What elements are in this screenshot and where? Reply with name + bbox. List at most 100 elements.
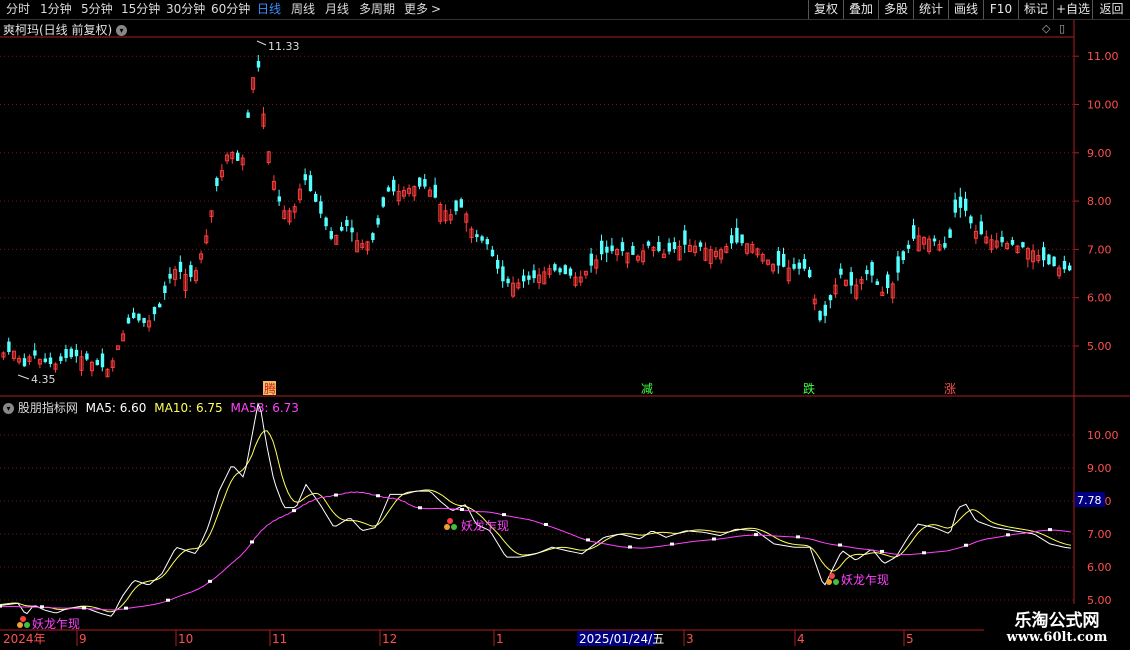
orb-icon bbox=[17, 622, 23, 628]
candle-body bbox=[610, 245, 614, 252]
candle-body bbox=[501, 266, 505, 282]
candle-body bbox=[1062, 260, 1067, 270]
candle-body bbox=[178, 261, 183, 273]
candle-body bbox=[849, 272, 853, 286]
month-label: 1 bbox=[496, 632, 504, 646]
ma58-dot bbox=[376, 494, 380, 498]
candle-body bbox=[345, 219, 349, 226]
watermark: 乐淘公式网 www.60lt.com bbox=[984, 604, 1130, 650]
ma58-dot bbox=[82, 606, 86, 610]
candle-body bbox=[563, 265, 567, 275]
ma58-dot bbox=[670, 542, 674, 546]
orb-icon bbox=[444, 524, 450, 530]
candle-body bbox=[95, 360, 99, 366]
candle-body bbox=[7, 341, 11, 353]
orb-icon bbox=[829, 573, 835, 579]
candle-body bbox=[1010, 239, 1015, 245]
candle-body bbox=[657, 241, 661, 251]
candle-body bbox=[142, 317, 146, 324]
indicator-tick-label: 10.00 bbox=[1087, 429, 1119, 442]
candle-body bbox=[568, 268, 573, 276]
candle-body bbox=[865, 270, 869, 275]
candle-body bbox=[802, 259, 807, 269]
stock-chart[interactable]: 11.0010.009.008.007.006.005.0010.009.008… bbox=[0, 0, 1130, 650]
candle-body bbox=[137, 313, 141, 321]
candle-body bbox=[490, 249, 495, 257]
candle-body bbox=[22, 358, 27, 367]
ma58-dot bbox=[754, 533, 758, 537]
cursor-date-label: 2025/01/24/五 bbox=[579, 632, 664, 646]
candle-body bbox=[730, 235, 734, 244]
candle-body bbox=[828, 295, 833, 301]
ma58-dot bbox=[838, 543, 842, 547]
candle-body bbox=[532, 270, 536, 279]
signal-zhang: 涨 bbox=[944, 381, 956, 396]
ma58-dot bbox=[922, 551, 926, 555]
month-label: 10 bbox=[178, 632, 193, 646]
candle-body bbox=[776, 250, 781, 266]
ma58-dot bbox=[250, 540, 254, 544]
candle-body bbox=[782, 253, 786, 267]
ma58-dot bbox=[40, 605, 44, 609]
signal-die: 跌 bbox=[803, 381, 815, 396]
price-tick-label: 5.00 bbox=[1087, 340, 1112, 353]
ma58-dot bbox=[208, 579, 212, 583]
ma58-dot bbox=[0, 604, 2, 608]
price-tick-label: 6.00 bbox=[1087, 292, 1112, 305]
candle-body bbox=[969, 216, 973, 224]
candle-body bbox=[340, 226, 344, 231]
candle-body bbox=[59, 356, 63, 361]
candle-body bbox=[1047, 254, 1051, 265]
candle-body bbox=[600, 240, 604, 255]
candle-body bbox=[152, 306, 157, 315]
candle-body bbox=[163, 285, 167, 294]
year-label: 2024年 bbox=[3, 632, 46, 646]
candle-body bbox=[1052, 256, 1056, 267]
indicator-tick-label: 7.00 bbox=[1087, 528, 1112, 541]
candle-body bbox=[553, 264, 557, 271]
candle-body bbox=[823, 304, 827, 316]
candle-body bbox=[329, 231, 333, 239]
price-tick-label: 7.00 bbox=[1087, 243, 1112, 256]
candle-body bbox=[74, 349, 79, 357]
ma58-dot bbox=[292, 509, 296, 513]
candle-body bbox=[319, 201, 323, 214]
ma58-dot bbox=[964, 543, 968, 547]
candle-body bbox=[620, 242, 625, 252]
price-tick-label: 8.00 bbox=[1087, 195, 1112, 208]
candle-body bbox=[480, 236, 484, 241]
max-price-pointer bbox=[256, 40, 267, 46]
candle-body bbox=[698, 242, 703, 247]
orb-icon bbox=[20, 616, 26, 622]
candle-body bbox=[1068, 265, 1072, 271]
ma58-dot bbox=[796, 535, 800, 539]
candle-body bbox=[672, 242, 677, 250]
indicator-tick-label: 9.00 bbox=[1087, 462, 1112, 475]
ma58-dot bbox=[418, 506, 422, 510]
candle-body bbox=[948, 229, 952, 238]
month-label: 9 bbox=[79, 632, 87, 646]
orb-icon bbox=[24, 622, 30, 628]
candle-body bbox=[277, 196, 281, 202]
candle-body bbox=[964, 198, 968, 211]
candle-body bbox=[943, 243, 947, 248]
candle-body bbox=[168, 273, 172, 279]
candle-body bbox=[158, 303, 162, 308]
candle-body bbox=[740, 234, 744, 244]
candle-body bbox=[236, 152, 240, 161]
indicator-tick-label: 6.00 bbox=[1087, 561, 1112, 574]
candle-body bbox=[33, 350, 37, 356]
ma58-dot bbox=[124, 606, 128, 610]
candle-body bbox=[896, 256, 900, 273]
candle-body bbox=[314, 193, 318, 202]
candle-body bbox=[839, 268, 843, 275]
candle-body bbox=[100, 353, 105, 368]
month-label: 12 bbox=[382, 632, 397, 646]
ma58-dot bbox=[544, 522, 548, 526]
ma58-dot bbox=[502, 513, 506, 517]
candle-body bbox=[932, 238, 937, 242]
candle-body bbox=[246, 112, 250, 118]
candle-body bbox=[85, 353, 89, 360]
candle-body bbox=[485, 239, 489, 245]
ma58-dot bbox=[880, 549, 884, 553]
